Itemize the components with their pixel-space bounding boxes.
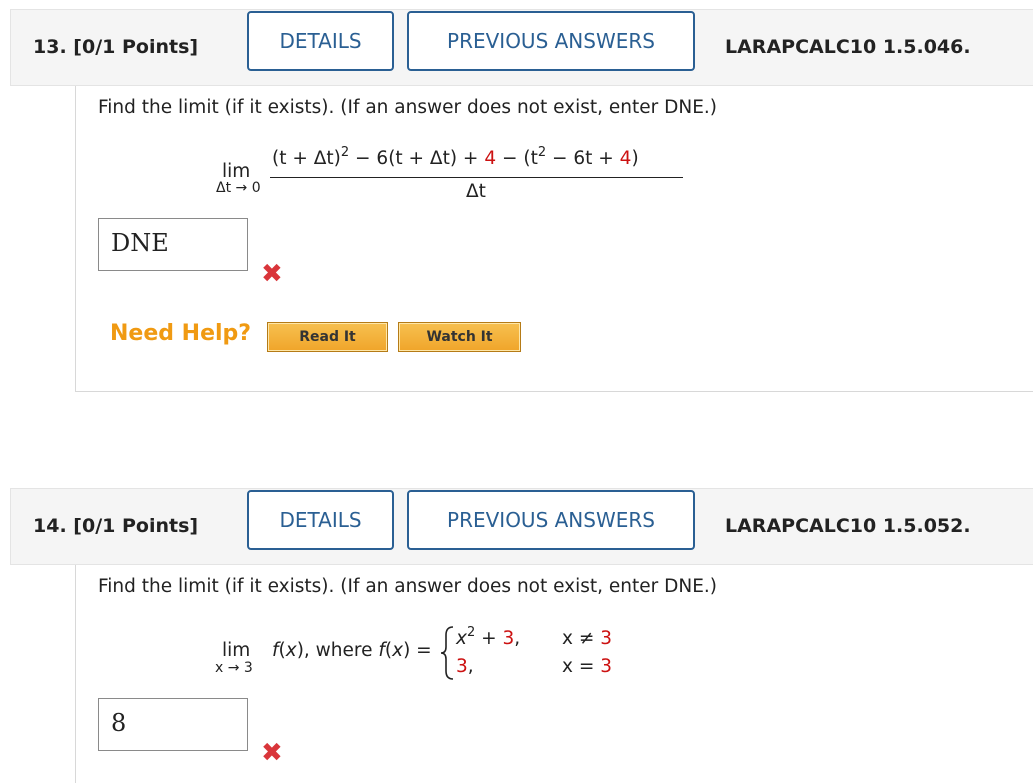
- left-brace: [440, 626, 454, 680]
- question-code: LARAPCALC10 1.5.046.: [725, 36, 971, 58]
- previous-answers-button[interactable]: PREVIOUS ANSWERS: [407, 11, 695, 71]
- lim-subscript: Δt → 0: [216, 180, 261, 196]
- denominator: Δt: [466, 181, 486, 202]
- question-number: 14. [0/1 Points]: [33, 515, 199, 537]
- case-2-condition: x = 3: [562, 656, 612, 677]
- question-number: 13. [0/1 Points]: [33, 36, 199, 58]
- previous-answers-button[interactable]: PREVIOUS ANSWERS: [407, 490, 695, 550]
- lim-subscript: x → 3: [215, 660, 253, 676]
- watch-it-button[interactable]: Watch It: [398, 322, 521, 352]
- read-it-button[interactable]: Read It: [267, 322, 388, 352]
- case-1-condition: x ≠ 3: [562, 628, 612, 649]
- x-mark-icon: ✖: [261, 738, 283, 768]
- lim-label: lim: [222, 640, 251, 661]
- fraction-bar: [270, 177, 683, 179]
- question-code: LARAPCALC10 1.5.052.: [725, 515, 971, 537]
- numerator: (t + Δt)2 − 6(t + Δt) + 4 − (t2 − 6t + 4…: [272, 145, 639, 169]
- question-prompt: Find the limit (if it exists). (If an an…: [98, 97, 718, 118]
- question-13-header: 13. [0/1 Points] DETAILS PREVIOUS ANSWER…: [10, 9, 1033, 86]
- lim-label: lim: [222, 161, 251, 182]
- case-1-expression: x2 + 3,: [456, 625, 521, 649]
- function-definition: f(x), where f(x) =: [272, 640, 432, 661]
- need-help-label: Need Help?: [110, 321, 252, 346]
- x-mark-icon: ✖: [261, 259, 283, 289]
- answer-input[interactable]: DNE: [98, 218, 248, 271]
- answer-input[interactable]: 8: [98, 698, 248, 751]
- details-button[interactable]: DETAILS: [247, 11, 394, 71]
- question-14-header: 14. [0/1 Points] DETAILS PREVIOUS ANSWER…: [10, 488, 1033, 565]
- case-2-expression: 3,: [456, 656, 474, 677]
- details-button[interactable]: DETAILS: [247, 490, 394, 550]
- question-prompt: Find the limit (if it exists). (If an an…: [98, 576, 718, 597]
